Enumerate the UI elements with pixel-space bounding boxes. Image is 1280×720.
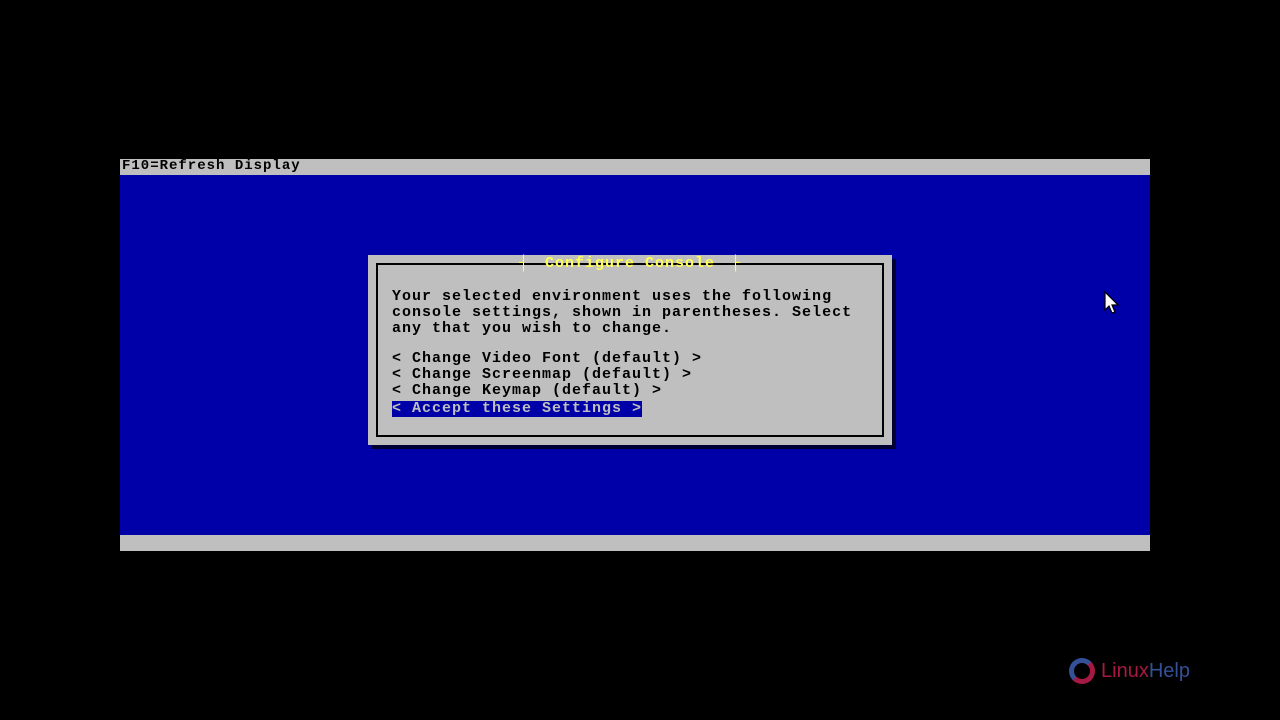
dialog-options: < Change Video Font (default) > < Change… xyxy=(392,351,868,417)
installer-console: F10=Refresh Display ┤ Configure Console … xyxy=(120,159,1150,551)
linuxhelp-logo: LinuxHelp xyxy=(1069,658,1190,684)
logo-swirl-icon xyxy=(1069,658,1095,684)
top-hint-bar: F10=Refresh Display xyxy=(120,159,1150,175)
change-video-font-option[interactable]: < Change Video Font (default) > xyxy=(392,351,868,367)
accept-settings-option[interactable]: < Accept these Settings > xyxy=(392,401,642,417)
bottom-bar xyxy=(120,535,1150,551)
dialog-frame: ┤ Configure Console ├ Your selected envi… xyxy=(376,263,884,437)
blue-background: ┤ Configure Console ├ Your selected envi… xyxy=(120,175,1150,535)
configure-console-dialog: ┤ Configure Console ├ Your selected envi… xyxy=(368,255,892,445)
change-screenmap-option[interactable]: < Change Screenmap (default) > xyxy=(392,367,868,383)
dialog-title: ┤ Configure Console ├ xyxy=(519,255,741,272)
dialog-body-text: Your selected environment uses the follo… xyxy=(392,289,868,337)
logo-text: LinuxHelp xyxy=(1101,660,1190,683)
refresh-hint: F10=Refresh Display xyxy=(122,158,301,174)
change-keymap-option[interactable]: < Change Keymap (default) > xyxy=(392,383,868,399)
